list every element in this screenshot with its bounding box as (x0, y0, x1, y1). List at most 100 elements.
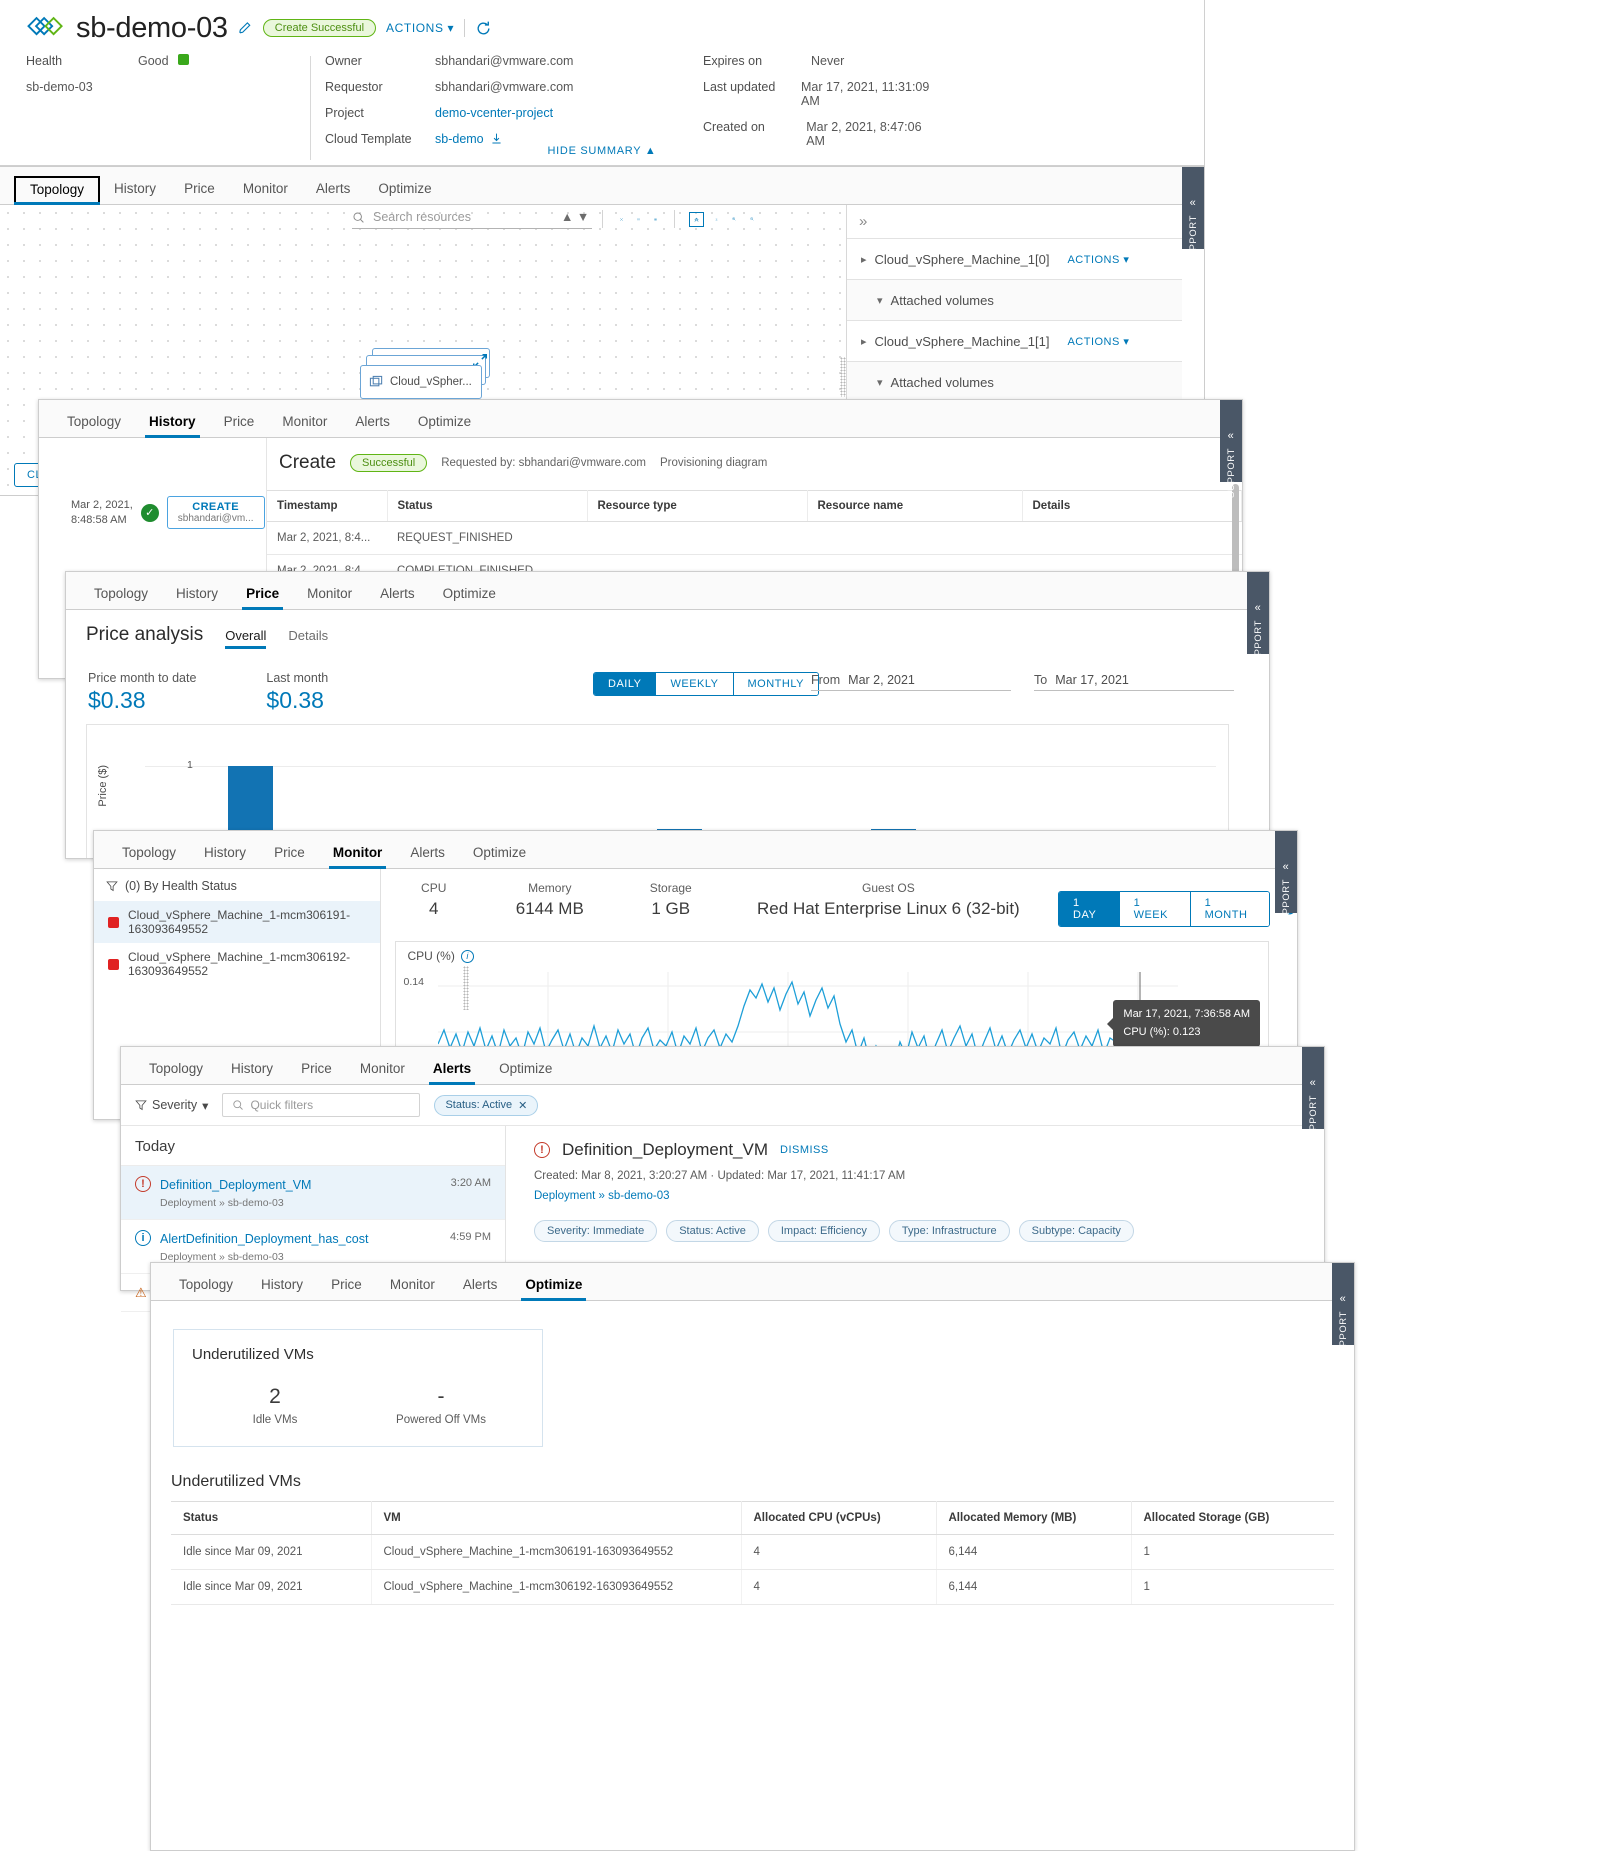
search-input[interactable] (371, 209, 551, 225)
side-row-attached-volumes-0[interactable]: ▾ Attached volumes (847, 280, 1182, 321)
side-row-machine-1[interactable]: ▸ Cloud_vSphere_Machine_1[1] ACTIONS ▾ (847, 321, 1182, 362)
range-1-day[interactable]: 1 DAY (1059, 892, 1120, 926)
support-rail-topology[interactable]: « SUPPORT (1182, 167, 1204, 265)
tab-price-5[interactable]: Price (287, 1054, 346, 1084)
breadcrumb[interactable]: Deployment » sb-demo-03 (534, 1190, 1324, 1202)
severity-filter[interactable]: Severity ▾ (135, 1098, 208, 1113)
support-rail-price[interactable]: « SUPPORT (1247, 572, 1269, 670)
tab-monitor[interactable]: Monitor (229, 174, 302, 204)
tab-topology-4[interactable]: Topology (108, 838, 190, 868)
side-row-actions-0[interactable]: ACTIONS ▾ (1067, 253, 1129, 266)
history-create-card[interactable]: CREATE sbhandari@vm... (166, 496, 265, 529)
expires-on-value: Never (811, 54, 845, 68)
edit-pencil-icon[interactable] (238, 21, 253, 36)
granularity-monthly[interactable]: MONTHLY (733, 673, 818, 695)
provisioning-diagram-link[interactable]: Provisioning diagram (660, 457, 767, 469)
close-icon[interactable]: ✕ (518, 1099, 527, 1112)
tab-alerts[interactable]: Alerts (302, 174, 365, 204)
monitor-resize-grip[interactable] (463, 966, 469, 1010)
tab-history-5[interactable]: History (217, 1054, 287, 1084)
alert-name-0[interactable]: Definition_Deployment_VM (160, 1178, 311, 1192)
tab-history-2[interactable]: History (135, 407, 210, 438)
tab-optimize-2[interactable]: Optimize (404, 407, 485, 437)
side-row-actions-1[interactable]: ACTIONS ▾ (1067, 335, 1129, 348)
support-rail-history[interactable]: « SUPPORT (1220, 400, 1242, 498)
tab-history[interactable]: History (100, 174, 170, 204)
tab-alerts-5[interactable]: Alerts (419, 1054, 485, 1085)
granularity-daily[interactable]: DAILY (594, 673, 657, 695)
tab-optimize-4[interactable]: Optimize (459, 838, 540, 868)
price-from-field[interactable]: From Mar 2, 2021 (811, 673, 1011, 691)
range-1-month[interactable]: 1 MONTH (1190, 892, 1269, 926)
tab-alerts-2[interactable]: Alerts (341, 407, 404, 437)
table-row[interactable]: Idle since Mar 09, 2021 Cloud_vSphere_Ma… (171, 1569, 1334, 1605)
subtab-details[interactable]: Details (288, 628, 328, 649)
network-layout-icon[interactable] (613, 211, 630, 228)
tab-monitor-3[interactable]: Monitor (293, 579, 366, 609)
list-item[interactable]: Cloud_vSphere_Machine_1-mcm306191-163093… (94, 901, 380, 943)
tab-history-4[interactable]: History (190, 838, 260, 868)
search-resources-box[interactable]: ▲ ▼ (352, 209, 592, 229)
support-rail-optimize[interactable]: « SUPPORT (1332, 1263, 1354, 1361)
list-item[interactable]: Cloud_vSphere_Machine_1-mcm306192-163093… (94, 943, 380, 985)
tab-monitor-5[interactable]: Monitor (346, 1054, 419, 1084)
tab-monitor-6[interactable]: Monitor (376, 1270, 449, 1300)
tab-topology-5[interactable]: Topology (135, 1054, 217, 1084)
granularity-weekly[interactable]: WEEKLY (656, 673, 734, 695)
tab-price-6[interactable]: Price (317, 1270, 376, 1300)
tab-topology[interactable]: Topology (14, 176, 101, 205)
grid-layout-icon[interactable] (630, 211, 647, 228)
side-panel-collapse-button[interactable]: » (847, 205, 1182, 239)
collapse-all-icon[interactable] (708, 211, 725, 228)
dismiss-button[interactable]: DISMISS (780, 1144, 829, 1156)
subtab-overall[interactable]: Overall (225, 628, 267, 649)
project-link[interactable]: demo-vcenter-project (435, 106, 553, 120)
tab-history-3[interactable]: History (162, 579, 232, 609)
monitor-range-segmented-control: 1 DAY 1 WEEK 1 MONTH (1058, 891, 1270, 927)
tab-alerts-4[interactable]: Alerts (396, 838, 459, 868)
info-icon[interactable]: i (460, 949, 474, 963)
price-mtd-label: Price month to date (88, 671, 197, 685)
monitor-health-filter[interactable]: (0) By Health Status (94, 869, 380, 901)
alert-name-1[interactable]: AlertDefinition_Deployment_has_cost (160, 1232, 368, 1246)
zoom-out-icon[interactable] (743, 210, 761, 228)
side-row-machine-0[interactable]: ▸ Cloud_vSphere_Machine_1[0] ACTIONS ▾ (847, 239, 1182, 280)
support-rail-monitor[interactable]: « SUPPORT (1275, 831, 1297, 929)
support-rail-alerts[interactable]: « SUPPORT (1302, 1047, 1324, 1145)
tab-topology-2[interactable]: Topology (53, 407, 135, 437)
tab-price-3[interactable]: Price (232, 579, 293, 610)
table-row[interactable]: Mar 2, 2021, 8:4... REQUEST_FINISHED (267, 521, 1242, 555)
tab-alerts-3[interactable]: Alerts (366, 579, 429, 609)
list-layout-icon[interactable] (647, 211, 664, 228)
table-row[interactable]: Idle since Mar 09, 2021 Cloud_vSphere_Ma… (171, 1534, 1334, 1570)
tab-optimize-6[interactable]: Optimize (511, 1270, 596, 1301)
hide-summary-button[interactable]: HIDE SUMMARY ▲ (0, 145, 1204, 157)
tab-price-2[interactable]: Price (210, 407, 269, 437)
topology-node-cloud-vsphere-machine[interactable]: Cloud_vSpher... (360, 365, 482, 399)
tab-monitor-4[interactable]: Monitor (319, 838, 397, 869)
tab-optimize[interactable]: Optimize (364, 174, 445, 204)
zoom-in-icon[interactable] (725, 210, 743, 228)
cloud-template-link[interactable]: sb-demo (435, 132, 484, 146)
download-icon[interactable] (490, 132, 503, 145)
tab-history-6[interactable]: History (247, 1270, 317, 1300)
tab-alerts-6[interactable]: Alerts (449, 1270, 512, 1300)
tab-price-4[interactable]: Price (260, 838, 319, 868)
list-item[interactable]: ! Definition_Deployment_VM Deployment » … (121, 1166, 505, 1220)
refresh-icon[interactable] (475, 20, 492, 37)
tab-topology-6[interactable]: Topology (165, 1270, 247, 1300)
search-nav-carets[interactable]: ▲ ▼ (561, 210, 589, 224)
header-actions-menu[interactable]: ACTIONS ▾ (386, 21, 454, 35)
expand-all-icon[interactable] (689, 211, 704, 227)
quick-filters-input[interactable]: Quick filters (222, 1093, 421, 1117)
tab-topology-3[interactable]: Topology (80, 579, 162, 609)
tab-optimize-5[interactable]: Optimize (485, 1054, 566, 1084)
tab-monitor-2[interactable]: Monitor (268, 407, 341, 437)
range-1-week[interactable]: 1 WEEK (1119, 892, 1191, 926)
side-row-attached-volumes-1[interactable]: ▾ Attached volumes (847, 362, 1182, 403)
history-timeline-entry[interactable]: Mar 2, 2021, 8:48:58 AM ✓ CREATE sbhanda… (39, 438, 266, 529)
price-to-field[interactable]: To Mar 17, 2021 (1034, 673, 1234, 691)
tab-optimize-3[interactable]: Optimize (429, 579, 510, 609)
tab-price[interactable]: Price (170, 174, 229, 204)
status-active-chip[interactable]: Status: Active ✕ (434, 1094, 539, 1116)
